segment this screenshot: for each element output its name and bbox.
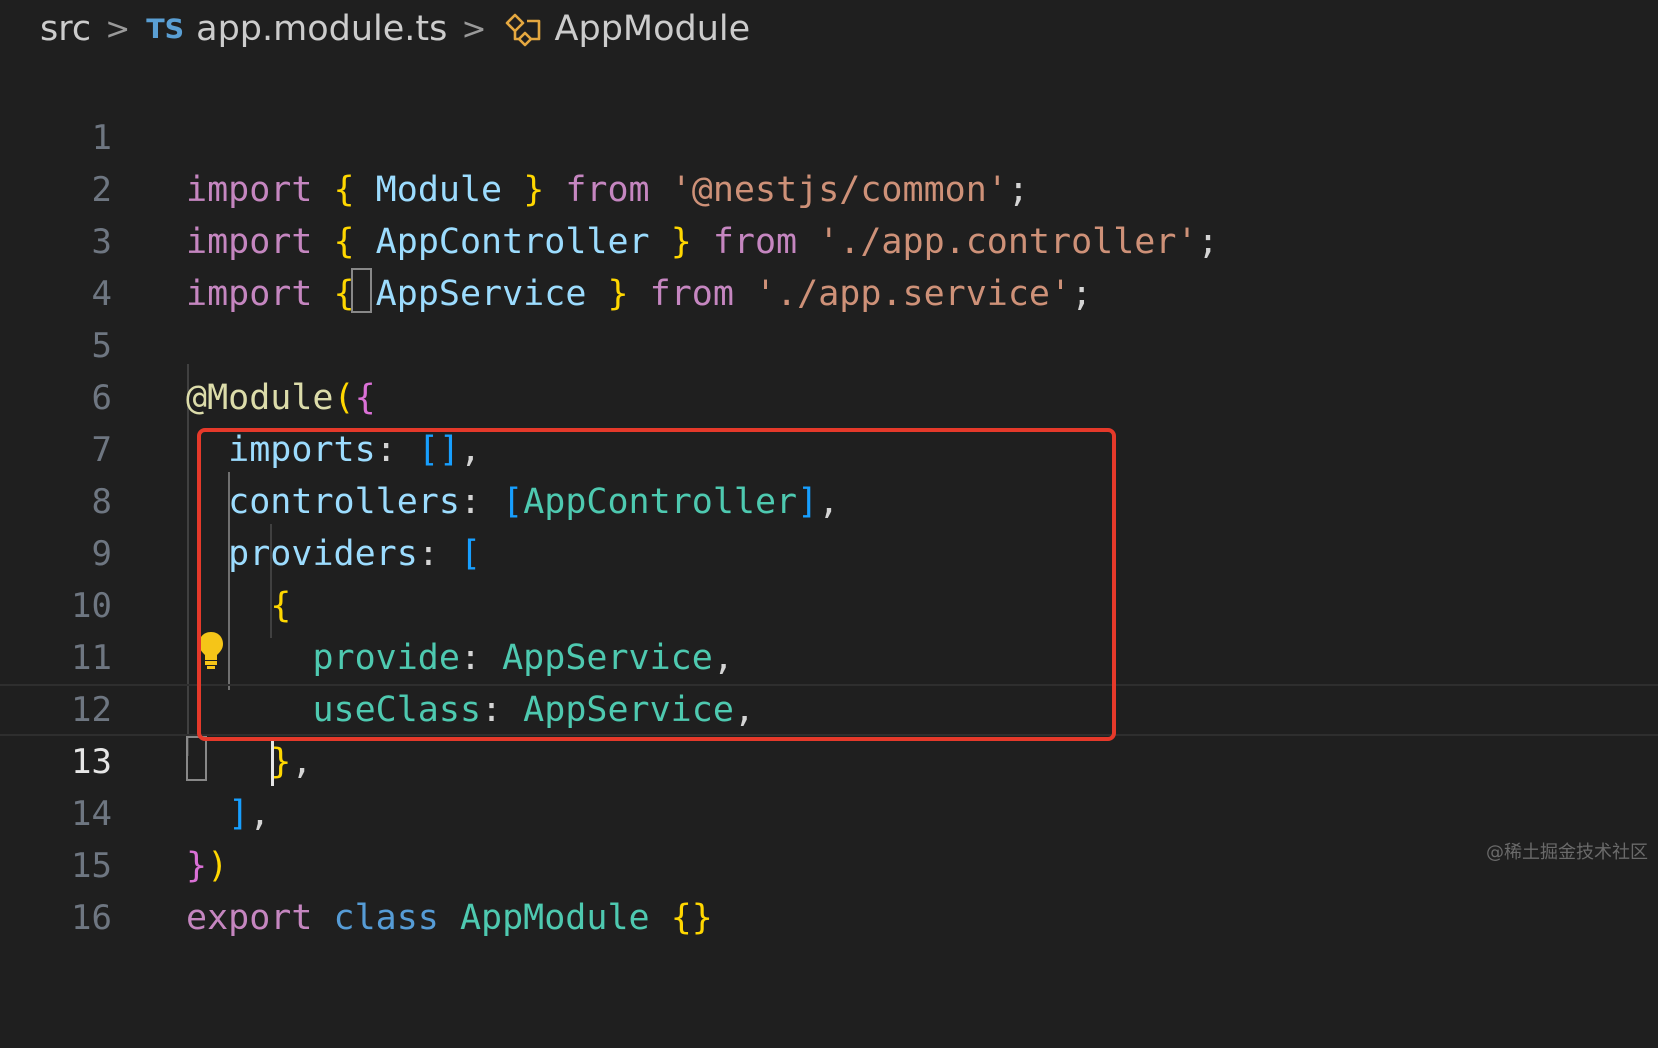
code-line[interactable]: 3 import { AppService } from './app.serv… <box>0 164 1658 314</box>
code-line[interactable]: 14 }) <box>0 736 1658 886</box>
line-number: 16 <box>71 898 112 938</box>
line-code: export class AppModule {} <box>186 898 713 938</box>
code-line[interactable]: 15 export class AppModule {} <box>0 788 1658 938</box>
breadcrumb-symbol[interactable]: AppModule <box>555 9 751 49</box>
chevron-right-icon: > <box>461 11 487 47</box>
code-line[interactable]: 1 import { Module } from '@nestjs/common… <box>0 60 1658 210</box>
code-line[interactable]: 5 @Module({ <box>0 268 1658 418</box>
module-symbol-icon <box>505 13 540 47</box>
typescript-file-icon: TS <box>146 13 185 45</box>
text-cursor <box>271 738 274 786</box>
annotation-highlight-box <box>197 428 1116 741</box>
code-line[interactable]: 4 <box>0 216 1658 314</box>
code-line[interactable]: 16 <box>0 840 1658 938</box>
code-line[interactable]: 6 imports: [], <box>0 320 1658 470</box>
code-line[interactable]: 7 controllers: [AppController], <box>0 372 1658 522</box>
watermark: @稀土掘金技术社区 <box>1486 842 1648 863</box>
breadcrumb-folder[interactable]: src <box>40 9 91 49</box>
code-line[interactable]: 2 import { AppController } from './app.c… <box>0 112 1658 262</box>
chevron-right-icon: > <box>105 11 131 47</box>
breadcrumb: src > TS app.module.ts > AppModule <box>40 4 750 54</box>
breadcrumb-file[interactable]: app.module.ts <box>196 9 447 49</box>
